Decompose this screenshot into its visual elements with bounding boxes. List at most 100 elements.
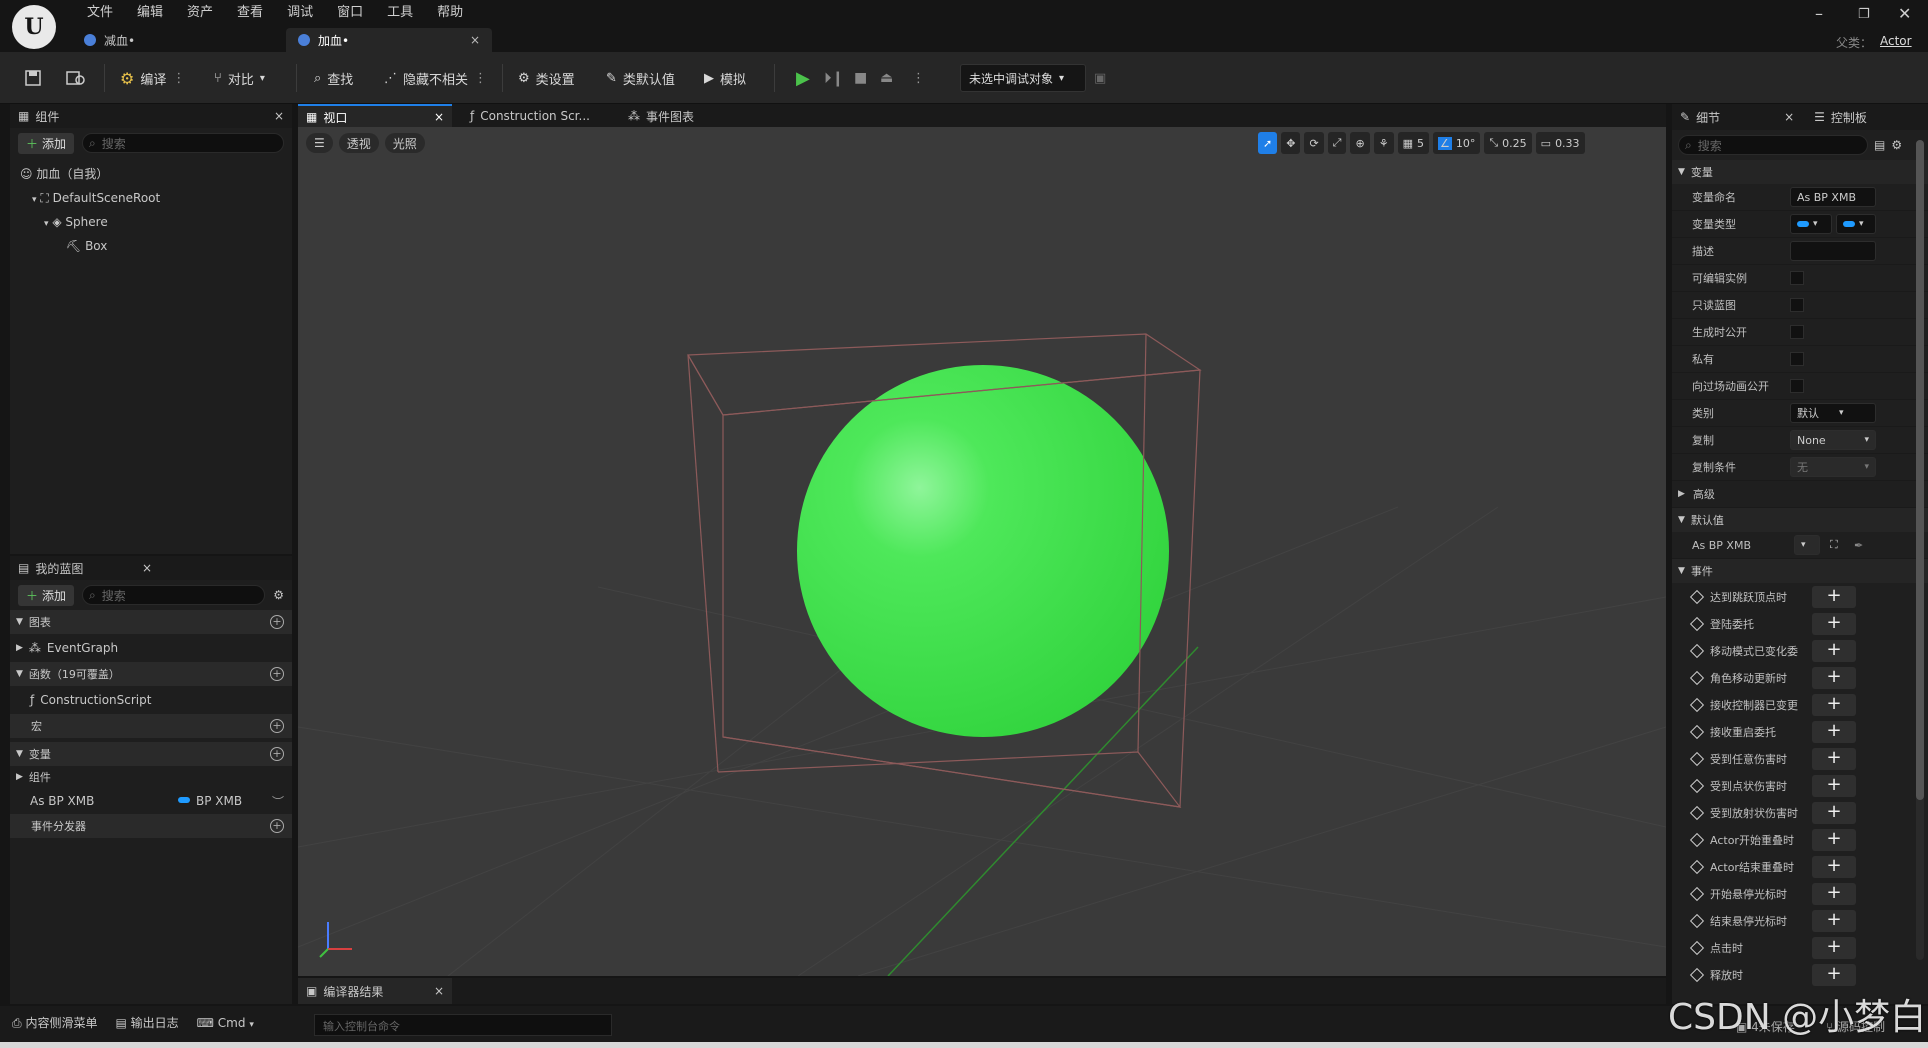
add-event-button[interactable]: + (1812, 747, 1856, 770)
camera-speed-button[interactable]: ▭ 0.33 (1535, 132, 1585, 154)
unreal-logo-icon[interactable]: U (12, 5, 56, 49)
add-event-button[interactable]: + (1812, 612, 1856, 635)
gear-icon[interactable]: ⚙ (1891, 138, 1902, 152)
simulate-button[interactable]: ▶ 模拟 (704, 62, 746, 94)
add-event-button[interactable]: + (1812, 828, 1856, 851)
scrollbar-thumb[interactable] (1916, 140, 1924, 800)
add-event-button[interactable]: + (1812, 801, 1856, 824)
viewport-menu-icon[interactable]: ☰ (306, 133, 333, 153)
add-event-button[interactable]: + (1812, 882, 1856, 905)
variable-item[interactable]: As BP XMB BP XMB ︶ (10, 788, 292, 814)
output-log-button[interactable]: ▤ 输出日志 (115, 1014, 178, 1031)
menu-edit[interactable]: 编辑 (125, 2, 175, 24)
section-macros[interactable]: 宏 + (10, 714, 292, 738)
more-icon[interactable]: ⋮ (172, 71, 185, 86)
container-type-dropdown[interactable]: ▾ (1836, 214, 1876, 234)
eyedropper-icon[interactable]: ✒ (1854, 539, 1863, 552)
eject-icon[interactable]: ⏏ (880, 62, 893, 94)
add-variable-icon[interactable]: + (270, 747, 284, 761)
replication-dropdown[interactable]: None ▾ (1790, 430, 1876, 450)
section-variable[interactable]: ▼ 变量 (1672, 160, 1928, 184)
step-icon[interactable]: ⏵❙ (824, 62, 844, 94)
menu-debug[interactable]: 调试 (275, 2, 325, 24)
tab-event-graph[interactable]: ⁂ 事件图表 (620, 104, 740, 128)
add-event-button[interactable]: + (1812, 693, 1856, 716)
tab-compiler-results[interactable]: ▣ 编译器结果 × (298, 978, 452, 1004)
section-variables[interactable]: ▼ 变量 + (10, 742, 292, 766)
class-settings-button[interactable]: ⚙ 类设置 (518, 62, 575, 94)
perspective-button[interactable]: 透视 (338, 133, 379, 153)
tab-control-panel[interactable]: 控制板 (1831, 109, 1867, 126)
section-event-dispatchers[interactable]: 事件分发器 + (10, 814, 292, 838)
lit-button[interactable]: 光照 (384, 133, 425, 153)
stop-icon[interactable]: ■ (854, 62, 867, 94)
details-scrollbar[interactable] (1916, 140, 1924, 960)
close-icon[interactable]: × (434, 984, 444, 998)
add-component-button[interactable]: ＋添加 (18, 132, 75, 154)
add-event-button[interactable]: + (1812, 963, 1856, 986)
table-view-icon[interactable]: ▤ (1874, 138, 1885, 152)
close-icon[interactable]: × (470, 33, 480, 47)
play-icon[interactable]: ▶ (796, 62, 810, 94)
select-icon[interactable]: ➚ (1258, 132, 1278, 154)
grid-snap-button[interactable]: ▦ 5 (1397, 132, 1429, 154)
menu-asset[interactable]: 资产 (175, 2, 225, 24)
restore-icon[interactable]: ❐ (1858, 7, 1870, 22)
add-event-button[interactable]: + (1812, 855, 1856, 878)
rep-condition-dropdown[interactable]: 无 ▾ (1790, 457, 1876, 477)
description-input[interactable] (1790, 241, 1876, 261)
add-dispatcher-icon[interactable]: + (270, 819, 284, 833)
variable-category-components[interactable]: ▶ 组件 (10, 766, 292, 788)
add-event-button[interactable]: + (1812, 774, 1856, 797)
class-defaults-button[interactable]: ✎ 类默认值 (606, 62, 675, 94)
var-name-input[interactable]: As BP XMB (1790, 187, 1876, 207)
section-graphs[interactable]: ▼ 图表 + (10, 610, 292, 634)
add-function-icon[interactable]: + (270, 667, 284, 681)
menu-tools[interactable]: 工具 (375, 2, 425, 24)
cmd-dropdown[interactable]: ⌨ Cmd ▾ (197, 1016, 254, 1030)
tab-jiaxue[interactable]: 加血• × (286, 28, 492, 52)
save-icon[interactable] (24, 62, 42, 94)
tree-item-sphere[interactable]: ▾ ◈ Sphere (10, 210, 292, 234)
default-value-dropdown[interactable]: ▾ (1794, 535, 1820, 555)
section-events[interactable]: ▼ 事件 (1672, 559, 1928, 583)
menu-help[interactable]: 帮助 (425, 2, 475, 24)
add-event-button[interactable]: + (1812, 936, 1856, 959)
construction-script-item[interactable]: ƒ ConstructionScript (10, 686, 292, 714)
add-event-button[interactable]: + (1812, 720, 1856, 743)
add-event-button[interactable]: + (1812, 666, 1856, 689)
more-icon[interactable]: ⋮ (474, 71, 487, 86)
compile-button[interactable]: ⚙ 编译 ⋮ (120, 62, 185, 94)
tab-jianxue[interactable]: 减血• (72, 28, 282, 52)
rotate-icon[interactable]: ⟳ (1304, 132, 1324, 154)
tree-item-self[interactable]: ☺ 加血（自我） (10, 162, 292, 186)
category-combo[interactable]: 默认 ▾ (1790, 403, 1876, 423)
add-macro-icon[interactable]: + (270, 719, 284, 733)
add-event-button[interactable]: + (1812, 585, 1856, 608)
close-icon[interactable]: × (434, 110, 444, 124)
eye-icon[interactable]: ︶ (272, 793, 284, 810)
gear-icon[interactable]: ⚙ (273, 588, 284, 602)
add-blueprint-item-button[interactable]: ＋添加 (18, 584, 75, 606)
tab-viewport[interactable]: ▦ 视口 × (298, 104, 452, 128)
add-graph-icon[interactable]: + (270, 615, 284, 629)
tab-details[interactable]: 细节 (1696, 109, 1720, 126)
viewport[interactable]: ☰ 透视 光照 ➚ ✥ ⟳ ⤢ ⊕ ⚘ ▦ 5 ∠ 10° ⤡ 0.25 ▭ 0.33 (298, 127, 1666, 976)
event-graph-item[interactable]: ▶ ⁂ EventGraph (10, 634, 292, 662)
section-default-value[interactable]: ▼ 默认值 (1672, 508, 1928, 532)
more-icon[interactable]: ⋮ (912, 62, 925, 94)
blueprint-search-input[interactable]: ⌕ 搜索 (82, 585, 266, 605)
browse-icon[interactable] (66, 62, 86, 94)
rotation-snap-button[interactable]: ∠ 10° (1432, 132, 1481, 154)
details-search-input[interactable]: ⌕ 搜索 (1678, 135, 1868, 155)
scale-snap-button[interactable]: ⤡ 0.25 (1484, 132, 1532, 154)
section-functions[interactable]: ▼ 函数（19可覆盖） + (10, 662, 292, 686)
tree-item-root[interactable]: ▾ ⛶ DefaultSceneRoot (10, 186, 292, 210)
diff-button[interactable]: ⑂ 对比 ▾ (214, 62, 265, 94)
read-only-checkbox[interactable] (1790, 298, 1804, 312)
close-window-icon[interactable]: ✕ (1898, 4, 1911, 23)
instance-editable-checkbox[interactable] (1790, 271, 1804, 285)
tab-construction-script[interactable]: ƒ Construction Scr... (462, 104, 612, 128)
close-icon[interactable]: × (274, 109, 284, 123)
sphere-mesh[interactable] (797, 365, 1169, 737)
